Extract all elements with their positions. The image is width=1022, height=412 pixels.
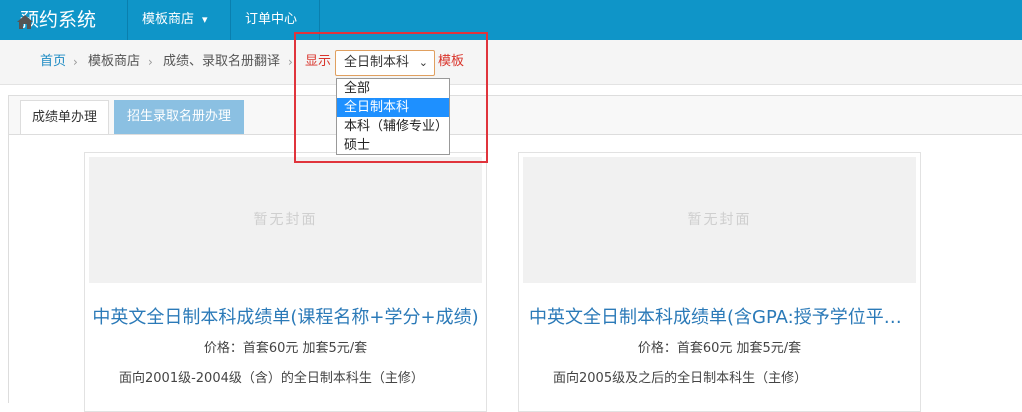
nav-item-order-center[interactable]: 订单中心 <box>245 0 297 40</box>
breadcrumb-chevron-icon: › <box>73 55 78 69</box>
nav-divider <box>127 0 128 40</box>
breadcrumb-home-link[interactable]: 首页 <box>40 40 66 84</box>
category-dropdown: 全部 全日制本科 本科（辅修专业） 硕士 <box>336 78 450 155</box>
template-card[interactable]: 暂无封面 中英文全日制本科成绩单(含GPA:授予学位平均成绩) 价格：首套60元… <box>518 152 921 412</box>
card-cover: 暂无封面 <box>523 157 916 283</box>
chevron-down-icon: ⌄ <box>418 56 428 69</box>
show-label: 显示 <box>305 54 332 69</box>
nav-divider <box>230 0 231 40</box>
cover-placeholder: 暂无封面 <box>253 212 318 228</box>
card-description: 面向2005级及之后的全日制本科生（主修） <box>553 371 808 386</box>
breadcrumb <box>0 40 1022 85</box>
nav-item-label: 订单中心 <box>245 12 298 27</box>
chevron-down-icon: ▾ <box>202 13 208 26</box>
nav-item-template-store[interactable]: 模板商店 ▾ <box>142 0 208 40</box>
dropdown-option[interactable]: 本科（辅修专业） <box>337 117 449 136</box>
tab-admission-roster[interactable]: 招生录取名册办理 <box>114 100 244 134</box>
top-navbar: 预约系统 模板商店 ▾ 订单中心 <box>0 0 1022 40</box>
card-price: 价格：首套60元 加套5元/套 <box>203 341 368 356</box>
dropdown-option[interactable]: 全部 <box>337 79 449 98</box>
breadcrumb-chevron-icon: › <box>288 55 293 69</box>
nav-item-label: 模板商店 <box>142 12 195 27</box>
dropdown-option-selected[interactable]: 全日制本科 <box>337 98 449 117</box>
card-title[interactable]: 中英文全日制本科成绩单(课程名称+学分+成绩) <box>85 303 486 329</box>
tab-transcript[interactable]: 成绩单办理 <box>20 100 109 134</box>
category-select[interactable]: 全日制本科 ⌄ <box>335 50 435 76</box>
template-card[interactable]: 暂无封面 中英文全日制本科成绩单(课程名称+学分+成绩) 价格：首套60元 加套… <box>84 152 487 412</box>
nav-divider <box>319 0 320 40</box>
breadcrumb-current: 成绩、录取名册翻译 <box>163 54 281 69</box>
breadcrumb-chevron-icon: › <box>148 55 153 69</box>
card-cover: 暂无封面 <box>89 157 482 283</box>
card-price: 价格：首套60元 加套5元/套 <box>637 341 802 356</box>
card-title[interactable]: 中英文全日制本科成绩单(含GPA:授予学位平均成绩) <box>519 303 920 329</box>
select-value: 全日制本科 <box>344 55 410 70</box>
home-icon[interactable] <box>17 15 33 29</box>
cover-placeholder: 暂无封面 <box>687 212 752 228</box>
card-description: 面向2001级-2004级（含）的全日制本科生（主修） <box>119 371 424 386</box>
breadcrumb-store[interactable]: 模板商店 <box>88 40 140 84</box>
dropdown-option[interactable]: 硕士 <box>337 136 449 155</box>
